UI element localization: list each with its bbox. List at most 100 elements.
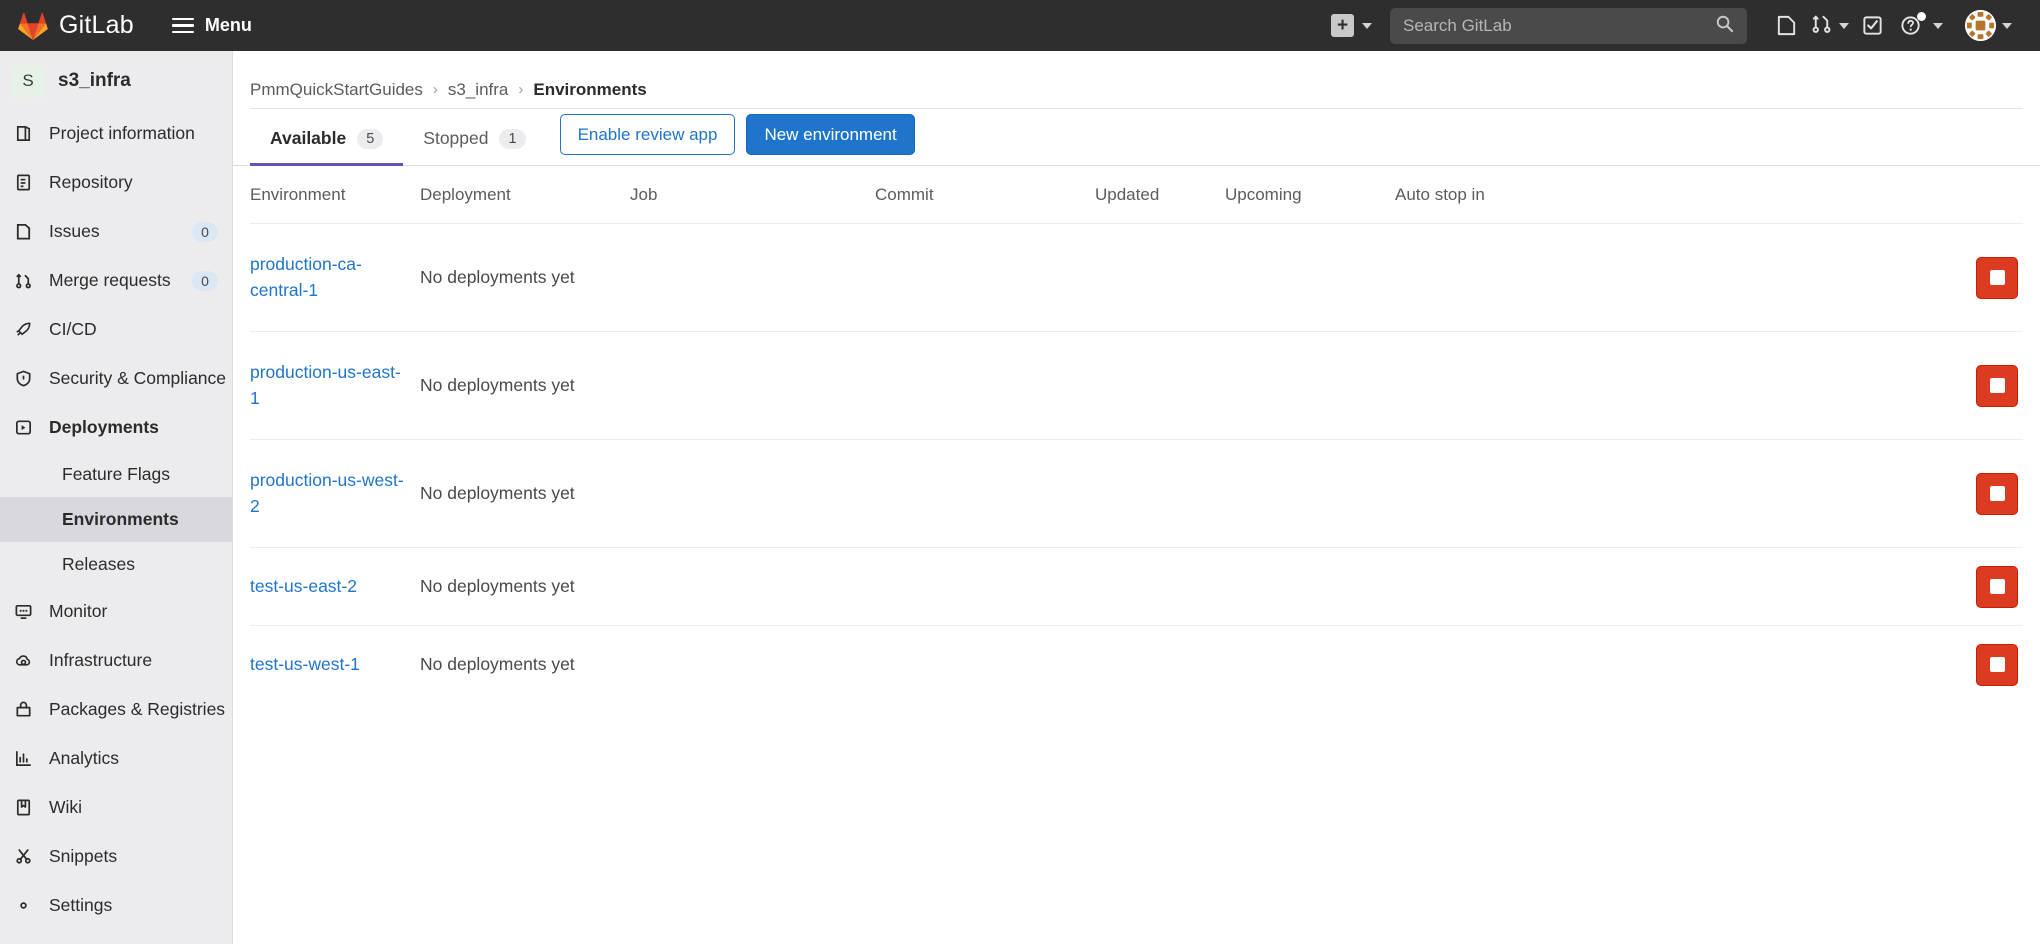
sidebar-item-project-information[interactable]: Project information bbox=[0, 109, 232, 158]
merge-requests-icon bbox=[13, 270, 34, 291]
sidebar-subitem-environments[interactable]: Environments bbox=[0, 497, 232, 542]
search-placeholder: Search GitLab bbox=[1403, 16, 1512, 36]
sidebar-item-label: Packages & Registries bbox=[49, 699, 225, 720]
stop-environment-button[interactable] bbox=[1976, 365, 2018, 407]
sidebar-item-label: Snippets bbox=[49, 846, 117, 867]
sidebar-item-wiki[interactable]: Wiki bbox=[0, 783, 232, 832]
environment-link[interactable]: production-us-east-1 bbox=[250, 362, 401, 407]
sidebar-item-analytics[interactable]: Analytics bbox=[0, 734, 232, 783]
breadcrumb-separator-icon: › bbox=[518, 81, 523, 98]
sidebar-item-deployments[interactable]: Deployments bbox=[0, 403, 232, 452]
sidebar-item-label: Repository bbox=[49, 172, 133, 193]
sidebar-item-label: Wiki bbox=[49, 797, 82, 818]
tab-stopped[interactable]: Stopped 1 bbox=[403, 128, 545, 165]
table-row: test-us-east-2 No deployments yet bbox=[250, 547, 2023, 625]
breadcrumb-group[interactable]: PmmQuickStartGuides bbox=[250, 80, 423, 100]
deployment-status: No deployments yet bbox=[420, 483, 575, 503]
new-environment-button[interactable]: New environment bbox=[746, 114, 914, 155]
deployment-status: No deployments yet bbox=[420, 654, 575, 674]
issues-icon[interactable] bbox=[1769, 8, 1804, 43]
analytics-icon bbox=[13, 748, 34, 769]
gitlab-logo-icon bbox=[18, 12, 48, 40]
stop-environment-button[interactable] bbox=[1976, 566, 2018, 608]
sidebar-item-label: Deployments bbox=[49, 417, 159, 438]
chevron-down-icon bbox=[1933, 23, 1943, 29]
environment-link[interactable]: production-us-west-2 bbox=[250, 470, 404, 515]
sidebar-subitem-feature-flags[interactable]: Feature Flags bbox=[0, 452, 232, 497]
environment-link[interactable]: production-ca-central-1 bbox=[250, 254, 362, 299]
breadcrumb-separator-icon: › bbox=[433, 81, 438, 98]
page-shell: S s3_infra Project information Repositor… bbox=[0, 51, 2040, 944]
tab-count: 5 bbox=[357, 129, 383, 149]
help-menu[interactable] bbox=[1890, 8, 1949, 43]
merge-requests-icon bbox=[1810, 12, 1833, 40]
avatar bbox=[1965, 10, 1996, 41]
sidebar-item-label: Settings bbox=[49, 895, 112, 916]
chevron-down-icon bbox=[1839, 23, 1849, 29]
project-sidebar: S s3_infra Project information Repositor… bbox=[0, 51, 233, 944]
table-row: production-ca-central-1 No deployments y… bbox=[250, 223, 2023, 331]
package-icon bbox=[13, 699, 34, 720]
main-menu-button[interactable]: Menu bbox=[168, 9, 256, 42]
sidebar-item-merge-requests[interactable]: Merge requests 0 bbox=[0, 256, 232, 305]
table-row: production-us-east-1 No deployments yet bbox=[250, 331, 2023, 439]
table-header-row: Environment Deployment Job Commit Update… bbox=[250, 166, 2023, 223]
sidebar-item-label: Monitor bbox=[49, 601, 107, 622]
deployments-icon bbox=[13, 417, 34, 438]
sidebar-item-packages-registries[interactable]: Packages & Registries bbox=[0, 685, 232, 734]
merge-requests-menu[interactable] bbox=[1804, 10, 1855, 42]
deployment-status: No deployments yet bbox=[420, 375, 575, 395]
sidebar-subitem-label: Releases bbox=[62, 554, 135, 575]
sidebar-item-label: Merge requests bbox=[49, 270, 171, 291]
sidebar-item-repository[interactable]: Repository bbox=[0, 158, 232, 207]
column-header-deployment: Deployment bbox=[420, 185, 630, 205]
search-icon bbox=[1715, 14, 1734, 38]
environment-link[interactable]: test-us-east-2 bbox=[250, 576, 357, 596]
sidebar-item-issues[interactable]: Issues 0 bbox=[0, 207, 232, 256]
table-row: test-us-west-1 No deployments yet bbox=[250, 625, 2023, 703]
stop-icon bbox=[1990, 270, 2005, 285]
book-icon bbox=[13, 797, 34, 818]
sidebar-item-label: Security & Compliance bbox=[49, 368, 226, 389]
snippet-icon bbox=[13, 846, 34, 867]
sidebar-item-snippets[interactable]: Snippets bbox=[0, 832, 232, 881]
chevron-down-icon bbox=[2002, 23, 2012, 29]
sidebar-badge-issues: 0 bbox=[192, 222, 218, 242]
chevron-down-icon bbox=[1362, 23, 1372, 29]
sidebar-badge-merge-requests: 0 bbox=[192, 271, 218, 291]
main-content: PmmQuickStartGuides › s3_infra › Environ… bbox=[233, 51, 2040, 944]
stop-environment-button[interactable] bbox=[1976, 644, 2018, 686]
environment-link[interactable]: test-us-west-1 bbox=[250, 654, 360, 674]
sidebar-item-security-compliance[interactable]: Security & Compliance bbox=[0, 354, 232, 403]
stop-environment-button[interactable] bbox=[1976, 473, 2018, 515]
deployment-status: No deployments yet bbox=[420, 267, 575, 287]
todos-icon[interactable] bbox=[1855, 8, 1890, 43]
sidebar-item-label: Project information bbox=[49, 123, 195, 144]
repository-icon bbox=[13, 172, 34, 193]
help-icon bbox=[1896, 10, 1927, 41]
column-header-updated: Updated bbox=[1095, 185, 1225, 205]
project-name: s3_infra bbox=[58, 70, 131, 92]
tab-available[interactable]: Available 5 bbox=[250, 128, 403, 165]
sidebar-subitem-label: Feature Flags bbox=[62, 464, 170, 485]
stop-icon bbox=[1990, 657, 2005, 672]
top-nav-right: + Search GitLab bbox=[1331, 8, 2018, 44]
column-header-job: Job bbox=[630, 185, 875, 205]
create-new-menu[interactable]: + bbox=[1331, 14, 1372, 37]
tab-label: Available bbox=[270, 128, 346, 149]
sidebar-subitem-releases[interactable]: Releases bbox=[0, 542, 232, 587]
enable-review-app-button[interactable]: Enable review app bbox=[560, 114, 736, 155]
sidebar-item-monitor[interactable]: Monitor bbox=[0, 587, 232, 636]
sidebar-item-cicd[interactable]: CI/CD bbox=[0, 305, 232, 354]
gitlab-brand[interactable]: GitLab bbox=[18, 11, 134, 40]
sidebar-item-label: Issues bbox=[49, 221, 100, 242]
sidebar-item-label: Analytics bbox=[49, 748, 119, 769]
stop-environment-button[interactable] bbox=[1976, 257, 2018, 299]
breadcrumb-project[interactable]: s3_infra bbox=[448, 80, 508, 100]
search-input[interactable]: Search GitLab bbox=[1390, 8, 1747, 44]
sidebar-item-infrastructure[interactable]: Infrastructure bbox=[0, 636, 232, 685]
user-menu[interactable] bbox=[1959, 8, 2018, 43]
sidebar-item-label: CI/CD bbox=[49, 319, 97, 340]
sidebar-item-settings[interactable]: Settings bbox=[0, 881, 232, 930]
sidebar-project-header[interactable]: S s3_infra bbox=[0, 51, 232, 109]
